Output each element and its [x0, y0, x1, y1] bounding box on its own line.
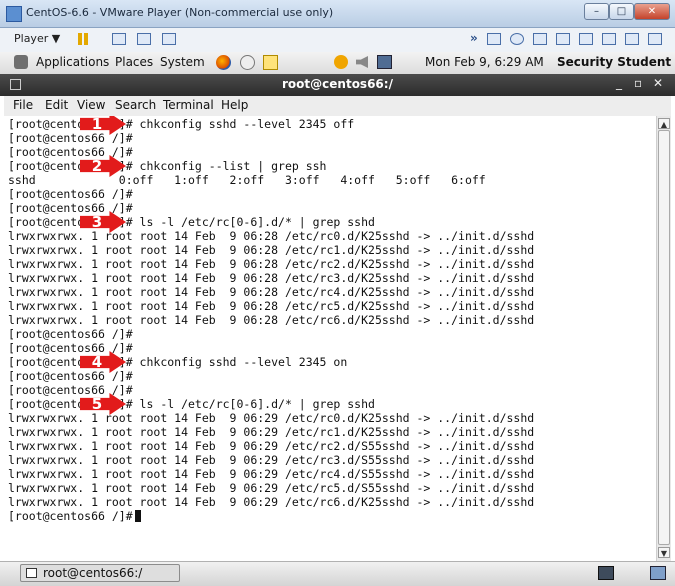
- network-adapter-icon[interactable]: [556, 33, 570, 45]
- terminal-line: [root@centos66 /]# chkconfig sshd --leve…: [8, 117, 355, 131]
- terminal-icon: [26, 568, 37, 578]
- places-menu[interactable]: Places: [115, 55, 153, 69]
- terminal-window-icon[interactable]: [10, 79, 21, 90]
- terminal-line: [root@centos66 /]# ls -l /etc/rc[0-6].d/…: [8, 397, 375, 411]
- minimize-button[interactable]: –: [584, 3, 609, 20]
- terminal-line: lrwxrwxrwx. 1 root root 14 Feb 9 06:28 /…: [8, 271, 535, 285]
- terminal-line: [root@centos66 /]# chkconfig sshd --leve…: [8, 355, 348, 369]
- terminal-prompt-line: [root@centos66 /]#: [8, 509, 141, 523]
- message-icon[interactable]: [625, 33, 639, 45]
- more-devices-icon[interactable]: »: [470, 31, 478, 45]
- terminal-line: [root@centos66 /]#: [8, 131, 133, 145]
- update-notifier-icon[interactable]: [334, 55, 348, 69]
- step-4-number: 4: [91, 353, 103, 371]
- display-icon[interactable]: [648, 33, 662, 45]
- terminal-line: [root@centos66 /]#: [8, 145, 133, 159]
- terminal-line: [root@centos66 /]#: [8, 383, 133, 397]
- terminal-line: lrwxrwxrwx. 1 root root 14 Feb 9 06:29 /…: [8, 495, 535, 509]
- terminal-line: [root@centos66 /]#: [8, 369, 133, 383]
- terminal-line: lrwxrwxrwx. 1 root root 14 Feb 9 06:28 /…: [8, 243, 535, 257]
- user-menu[interactable]: Security Student: [557, 55, 671, 69]
- printer-icon[interactable]: [579, 33, 593, 45]
- terminal-maximize-button[interactable]: ▫: [634, 76, 642, 90]
- vmware-titlebar: CentOS-6.6 - VMware Player (Non-commerci…: [0, 0, 675, 28]
- step-3-number: 3: [91, 213, 103, 231]
- unity-icon[interactable]: [162, 33, 176, 45]
- terminal-line: lrwxrwxrwx. 1 root root 14 Feb 9 06:29 /…: [8, 481, 535, 495]
- menu-view[interactable]: View: [77, 98, 105, 112]
- player-menu-button[interactable]: Player ▼: [14, 32, 60, 45]
- terminal-line: sshd 0:off 1:off 2:off 3:off 4:off 5:off…: [8, 173, 486, 187]
- fullscreen-icon[interactable]: [137, 33, 151, 45]
- gnome-top-panel: Applications Places System Mon Feb 9, 6:…: [0, 52, 675, 75]
- gnome-foot-icon: [14, 55, 28, 69]
- step-5-number: 5: [91, 395, 103, 413]
- scroll-down-button[interactable]: ▼: [658, 547, 670, 558]
- volume-icon[interactable]: [356, 56, 368, 68]
- terminal-line: lrwxrwxrwx. 1 root root 14 Feb 9 06:28 /…: [8, 257, 535, 271]
- terminal-line: [root@centos66 /]#: [8, 341, 133, 355]
- terminal-line: lrwxrwxrwx. 1 root root 14 Feb 9 06:29 /…: [8, 439, 535, 453]
- network-icon[interactable]: [112, 33, 126, 45]
- applications-menu[interactable]: Applications: [36, 55, 109, 69]
- terminal-line: lrwxrwxrwx. 1 root root 14 Feb 9 06:29 /…: [8, 467, 535, 481]
- terminal-prompt: [root@centos66 /]#: [8, 509, 133, 523]
- firefox-icon[interactable]: [216, 55, 231, 70]
- terminal-line: lrwxrwxrwx. 1 root root 14 Feb 9 06:28 /…: [8, 285, 535, 299]
- terminal-line: [root@centos66 /]#: [8, 187, 133, 201]
- close-button[interactable]: ✕: [634, 3, 670, 20]
- terminal-scrollbar[interactable]: ▲ ▼: [656, 116, 671, 561]
- step-2-number: 2: [91, 157, 103, 175]
- system-menu[interactable]: System: [160, 55, 205, 69]
- menu-terminal[interactable]: Terminal: [163, 98, 214, 112]
- step-1-number: 1: [91, 116, 103, 133]
- scroll-up-button[interactable]: ▲: [658, 118, 670, 129]
- menu-edit[interactable]: Edit: [45, 98, 68, 112]
- cdrom-icon[interactable]: [510, 33, 524, 45]
- workspace-switcher-icon[interactable]: [650, 566, 666, 580]
- terminal-menubar: File Edit View Search Terminal Help: [4, 96, 671, 117]
- vmware-app-icon: [6, 6, 22, 22]
- sound-card-icon[interactable]: [602, 33, 616, 45]
- floppy-icon[interactable]: [533, 33, 547, 45]
- vmware-toolbar: Player ▼ »: [0, 28, 675, 53]
- terminal-titlebar: root@centos66:/ _ ▫ ✕: [0, 74, 675, 96]
- terminal-line: lrwxrwxrwx. 1 root root 14 Feb 9 06:29 /…: [8, 411, 535, 425]
- menu-search[interactable]: Search: [115, 98, 156, 112]
- terminal-line: lrwxrwxrwx. 1 root root 14 Feb 9 06:29 /…: [8, 453, 535, 467]
- terminal-line: [root@centos66 /]# ls -l /etc/rc[0-6].d/…: [8, 215, 375, 229]
- terminal-output[interactable]: [root@centos66 /]# chkconfig sshd --leve…: [4, 116, 656, 561]
- clock[interactable]: Mon Feb 9, 6:29 AM: [425, 55, 544, 69]
- mail-icon[interactable]: [240, 55, 255, 70]
- taskbar-label: root@centos66:/: [43, 566, 143, 580]
- taskbar-terminal-button[interactable]: root@centos66:/: [20, 564, 180, 582]
- maximize-button[interactable]: □: [609, 3, 634, 20]
- network-status-icon[interactable]: [377, 55, 392, 69]
- notes-icon[interactable]: [263, 55, 278, 70]
- terminal-minimize-button[interactable]: _: [616, 76, 622, 90]
- terminal-line: lrwxrwxrwx. 1 root root 14 Feb 9 06:28 /…: [8, 313, 535, 327]
- terminal-line: [root@centos66 /]# chkconfig --list | gr…: [8, 159, 327, 173]
- terminal-line: [root@centos66 /]#: [8, 327, 133, 341]
- terminal-title: root@centos66:/: [282, 77, 393, 91]
- menu-file[interactable]: File: [13, 98, 33, 112]
- terminal-line: lrwxrwxrwx. 1 root root 14 Feb 9 06:29 /…: [8, 425, 535, 439]
- harddisk-icon[interactable]: [487, 33, 501, 45]
- terminal-close-button[interactable]: ✕: [653, 76, 663, 90]
- terminal-line: lrwxrwxrwx. 1 root root 14 Feb 9 06:28 /…: [8, 229, 535, 243]
- bottom-taskbar: root@centos66:/: [0, 561, 675, 586]
- terminal-cursor: [134, 510, 141, 522]
- terminal-line: lrwxrwxrwx. 1 root root 14 Feb 9 06:28 /…: [8, 299, 535, 313]
- scroll-thumb[interactable]: [658, 130, 670, 545]
- pause-icon[interactable]: [76, 33, 90, 45]
- vmware-window-title: CentOS-6.6 - VMware Player (Non-commerci…: [26, 6, 334, 19]
- menu-help[interactable]: Help: [221, 98, 248, 112]
- terminal-line: [root@centos66 /]#: [8, 201, 133, 215]
- show-desktop-icon[interactable]: [598, 566, 614, 580]
